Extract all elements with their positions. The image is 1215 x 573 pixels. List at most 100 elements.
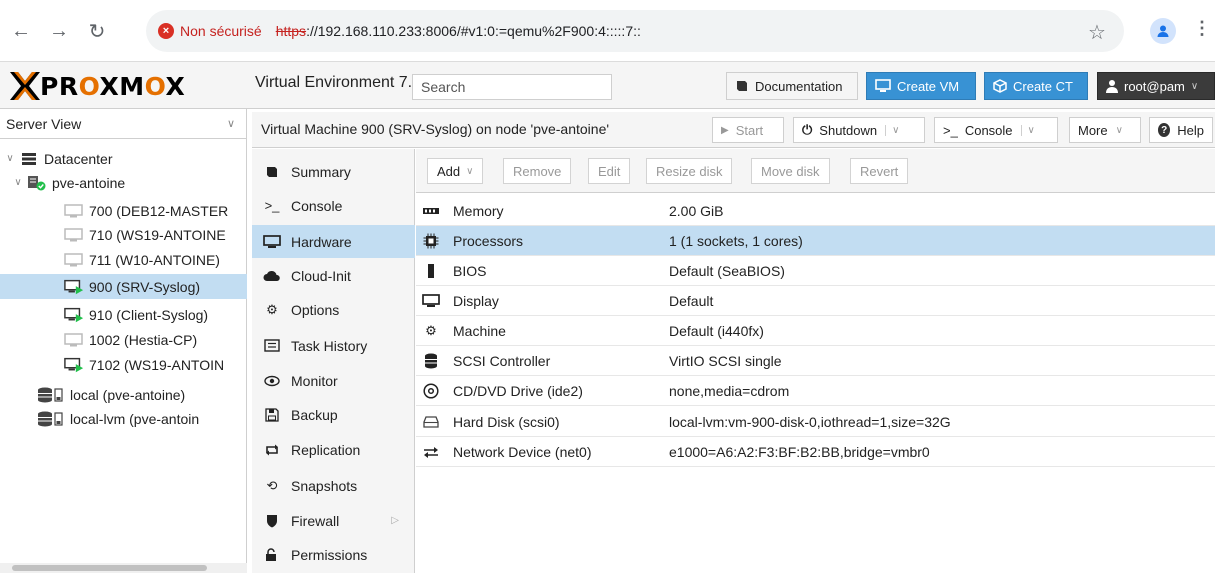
address-bar[interactable]: × Non sécurisé https://192.168.110.233:8…: [146, 10, 1124, 52]
question-circle-icon: ?: [1158, 123, 1171, 137]
remove-button[interactable]: Remove: [503, 158, 572, 184]
product-title: Virtual Environment 7.1-7: [255, 74, 436, 91]
menu-item-hardware[interactable]: Hardware: [252, 225, 415, 258]
vm-running-icon: [64, 357, 84, 373]
menu-item-options[interactable]: ⚙ Options: [252, 293, 415, 326]
menu-item-replication[interactable]: Replication: [252, 433, 415, 466]
tree-item-vm[interactable]: 710 (WS19-ANTOINE: [0, 222, 247, 247]
hardware-row-cdrom[interactable]: CD/DVD Drive (ide2) none,media=cdrom: [416, 376, 1215, 406]
menu-item-permissions[interactable]: Permissions: [252, 538, 415, 571]
browser-menu-icon[interactable]: ⋮: [1193, 18, 1211, 39]
display-icon: [422, 293, 440, 309]
forward-icon[interactable]: →: [46, 18, 72, 44]
view-selector[interactable]: Server View ∨: [0, 109, 247, 139]
console-button[interactable]: >_ Console ∨: [934, 117, 1058, 143]
create-vm-button[interactable]: Create VM: [866, 72, 976, 100]
retweet-icon: [263, 442, 281, 458]
hardware-row-display[interactable]: Display Default: [416, 286, 1215, 316]
storage-icon: [37, 411, 65, 427]
proxmox-logo: PROXMOX: [10, 71, 186, 101]
menu-item-snapshots[interactable]: ⟲ Snapshots: [252, 469, 415, 502]
scrollbar-thumb[interactable]: [12, 565, 207, 571]
menu-item-backup[interactable]: Backup: [252, 398, 415, 431]
database-icon: [422, 353, 440, 369]
create-ct-button[interactable]: Create CT: [984, 72, 1088, 100]
tree-item-vm[interactable]: 910 (Client-Syslog): [0, 302, 247, 327]
resource-tree: Server View ∨ ∨ Datacenter ∨ pve-antoine…: [0, 109, 247, 573]
proxmox-x-icon: [10, 72, 40, 100]
tree-item-vm-selected[interactable]: 900 (SRV-Syslog): [0, 274, 247, 299]
edit-button[interactable]: Edit: [588, 158, 631, 184]
security-badge[interactable]: × Non sécurisé: [158, 23, 262, 39]
search-input[interactable]: Search: [412, 74, 612, 100]
eye-icon: [263, 373, 281, 389]
vm-side-menu: Summary >_ Console Hardware Cloud-Init ⚙…: [252, 149, 415, 573]
menu-item-firewall[interactable]: Firewall ▷: [252, 504, 415, 537]
menu-item-console[interactable]: >_ Console: [252, 189, 415, 222]
desktop-icon: [263, 234, 281, 250]
vm-running-icon: [64, 279, 84, 295]
shutdown-button[interactable]: ⏻ Shutdown ∨: [793, 117, 925, 143]
tree-horizontal-scrollbar[interactable]: [0, 563, 247, 573]
tree-item-storage[interactable]: local-lvm (pve-antoin: [0, 406, 247, 431]
user-menu-button[interactable]: root@pam ∨: [1097, 72, 1215, 100]
reload-icon[interactable]: ↻: [84, 18, 110, 44]
hardware-row-hard-disk[interactable]: Hard Disk (scsi0) local-lvm:vm-900-disk-…: [416, 407, 1215, 437]
url-rest: ://192.168.110.233:8006/#v1:0:=qemu%2F90…: [306, 23, 641, 39]
move-disk-button[interactable]: Move disk: [751, 158, 830, 184]
menu-item-task-history[interactable]: Task History: [252, 329, 415, 362]
revert-button[interactable]: Revert: [850, 158, 909, 184]
tree-item-vm[interactable]: 711 (W10-ANTOINE): [0, 247, 247, 272]
power-icon: ⏻: [802, 122, 813, 137]
browser-toolbar: ← → ↻ × Non sécurisé https://192.168.110…: [0, 0, 1215, 62]
hardware-row-memory[interactable]: Memory 2.00 GiB: [416, 196, 1215, 226]
memory-icon: [422, 203, 440, 219]
tree-item-datacenter[interactable]: ∨ Datacenter: [0, 146, 247, 171]
cloud-icon: [263, 268, 281, 284]
url-protocol: https: [275, 23, 307, 39]
chevron-down-icon: ∨: [226, 118, 235, 130]
profile-avatar-icon[interactable]: [1150, 18, 1176, 44]
resize-disk-button[interactable]: Resize disk: [646, 158, 733, 184]
expand-arrow-icon[interactable]: ▷: [391, 515, 399, 526]
menu-item-summary[interactable]: Summary: [252, 155, 415, 188]
gear-icon: ⚙: [266, 301, 278, 317]
back-icon[interactable]: ←: [8, 18, 34, 44]
tree-item-vm[interactable]: 1002 (Hestia-CP): [0, 327, 247, 352]
vm-stopped-icon: [64, 332, 84, 348]
bookmark-star-icon[interactable]: ☆: [1088, 20, 1106, 45]
play-icon: ▶: [721, 124, 729, 136]
collapse-icon[interactable]: ∨: [4, 153, 16, 164]
menu-item-cloud-init[interactable]: Cloud-Init: [252, 259, 415, 292]
vm-running-icon: [64, 307, 84, 323]
hardware-row-processors[interactable]: Processors 1 (1 sockets, 1 cores): [416, 226, 1215, 256]
tree-item-vm[interactable]: 700 (DEB12-MASTER: [0, 198, 247, 223]
datacenter-icon: [19, 151, 39, 167]
more-button[interactable]: More ∨: [1069, 117, 1141, 143]
tree-item-vm[interactable]: 7102 (WS19-ANTOIN: [0, 352, 247, 377]
vm-stopped-icon: [64, 227, 84, 243]
help-button[interactable]: ? Help: [1149, 117, 1213, 143]
hardware-toolbar: Add ∨ Remove Edit Resize disk Move disk …: [416, 149, 1215, 193]
tree-item-node[interactable]: ∨ pve-antoine: [0, 170, 247, 195]
menu-item-monitor[interactable]: Monitor: [252, 364, 415, 397]
start-button[interactable]: ▶ Start: [712, 117, 784, 143]
chevron-down-icon: ∨: [1115, 124, 1123, 136]
hdd-icon: [422, 414, 440, 430]
warning-icon: ×: [158, 23, 174, 39]
proxmox-wordmark: PROXMOX: [40, 71, 186, 101]
vm-stopped-icon: [64, 252, 84, 268]
tree-item-storage[interactable]: local (pve-antoine): [0, 382, 247, 407]
shield-icon: [263, 513, 281, 529]
add-button[interactable]: Add ∨: [427, 158, 484, 184]
hardware-row-network[interactable]: Network Device (net0) e1000=A6:A2:F3:BF:…: [416, 437, 1215, 467]
hardware-row-bios[interactable]: BIOS Default (SeaBIOS): [416, 256, 1215, 286]
chevron-down-icon[interactable]: ∨: [1020, 124, 1035, 136]
hardware-row-machine[interactable]: ⚙︎ Machine Default (i440fx): [416, 316, 1215, 346]
documentation-button[interactable]: Documentation: [726, 72, 858, 100]
chevron-down-icon: ∨: [1190, 80, 1199, 92]
cdrom-icon: [422, 382, 440, 399]
collapse-icon[interactable]: ∨: [12, 177, 24, 188]
hardware-row-scsi-controller[interactable]: SCSI Controller VirtIO SCSI single: [416, 346, 1215, 376]
chevron-down-icon[interactable]: ∨: [885, 124, 899, 136]
